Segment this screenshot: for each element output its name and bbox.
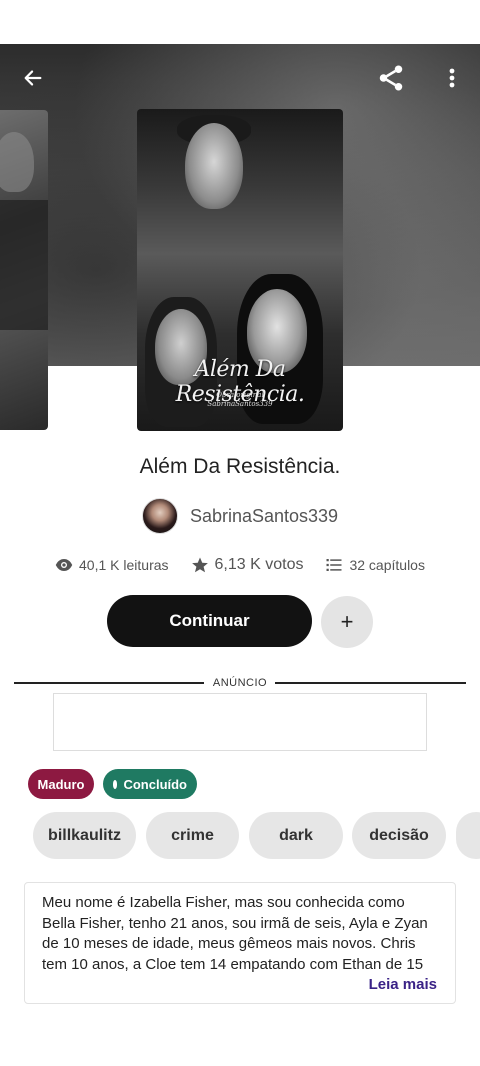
story-description: Meu nome é Izabella Fisher, mas sou conh… — [24, 882, 456, 1004]
read-more-link[interactable]: Leia mais — [369, 976, 437, 993]
tag-chip[interactable]: dark — [249, 812, 343, 859]
more-vertical-icon — [449, 68, 455, 88]
description-text: Meu nome é Izabella Fisher, mas sou conh… — [42, 894, 428, 973]
eye-icon — [55, 559, 73, 571]
avatar[interactable] — [141, 498, 178, 534]
tag-chip-partial[interactable] — [456, 812, 480, 859]
star-icon — [191, 557, 208, 573]
mature-badge: Maduro — [28, 769, 94, 799]
story-stats: 40,1 K leituras 6,13 K votos 32 capítulo… — [0, 556, 480, 574]
add-to-library-button[interactable]: + — [321, 596, 373, 648]
share-button[interactable] — [371, 58, 411, 98]
divider — [275, 682, 466, 684]
author-name[interactable]: SabrinaSantos339 — [190, 506, 338, 527]
votes-stat: 6,13 K votos — [191, 556, 304, 574]
ad-slot[interactable] — [53, 693, 427, 751]
back-button[interactable] — [13, 58, 53, 98]
completed-badge: Concluído — [103, 769, 197, 799]
tag-chip[interactable]: billkaulitz — [33, 812, 136, 859]
continue-button[interactable]: Continuar — [107, 595, 312, 647]
story-title: Além Da Resistência. — [139, 455, 341, 478]
tag-chip[interactable]: decisão — [352, 812, 446, 859]
chapters-stat: 32 capítulos — [325, 556, 425, 574]
previous-story-cover[interactable] — [0, 110, 48, 430]
story-cover-image: Além Da Resistência. Obra original Sabri… — [137, 109, 343, 431]
list-icon — [326, 559, 342, 571]
author-link[interactable]: SabrinaSantos339 — [0, 498, 480, 534]
more-options-button[interactable] — [432, 58, 472, 98]
reads-count: 40,1 K leituras — [79, 557, 169, 573]
status-dot-icon — [113, 779, 118, 789]
share-icon — [379, 65, 403, 91]
chapters-count: 32 capítulos — [349, 557, 425, 573]
votes-count: 6,13 K votos — [214, 556, 304, 573]
cover-subtitle: Obra original SabrinaSantos339 — [207, 391, 273, 408]
reads-stat: 40,1 K leituras — [55, 556, 169, 574]
tag-chip[interactable]: crime — [146, 812, 239, 859]
status-bar-area — [0, 0, 480, 44]
tag-list: billkaulitz crime dark decisão — [33, 812, 480, 860]
arrow-left-icon — [24, 70, 42, 86]
